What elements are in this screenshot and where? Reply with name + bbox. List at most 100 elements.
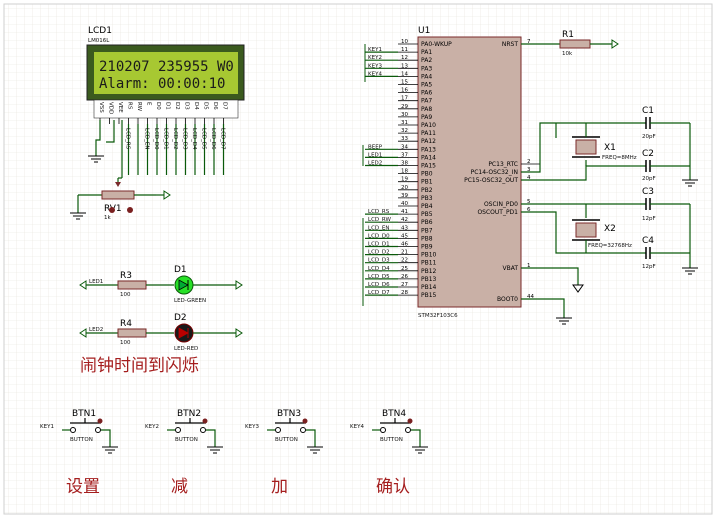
mcu-pin-number: 38 [401,161,408,167]
x1-ref: X1 [604,143,616,153]
c3-ref: C3 [642,187,654,197]
mcu-pin-pb1: PB1 [421,179,433,186]
c4-value: 12pF [642,264,656,270]
net-label-lcd_d0: LCD_D0 [368,233,390,239]
button-contact [300,427,306,433]
mcu-pin-number: 32 [401,128,408,134]
button-ref: BTN1 [72,409,96,419]
rv1-probe-dot [109,207,115,213]
r1-body [559,39,591,49]
x2-ref: X2 [604,224,616,234]
mcu-pin-pa8: PA8 [421,106,432,113]
lcd-ref: LCD1 [88,26,112,36]
lcd-line-2: Alarm: 00:00:10 [99,76,225,92]
mcu-pin-number: 13 [401,63,408,69]
net-label-lcd_d2: LCD_D2 [368,250,390,256]
c3-value: 12pF [642,216,656,222]
net-label-beep: BEEP [368,144,383,150]
r3-body [117,280,147,290]
c4-ref: C4 [642,236,654,246]
mcu-pin-pb13: PB13 [421,276,437,283]
mcu-pin-pb8: PB8 [421,235,433,242]
mcu-pin-pa1: PA1 [421,49,432,56]
mcu-pin-number: 30 [401,112,408,118]
button-caption: 加 [271,477,288,497]
net-label-lcd_d3: LCD_D3 [368,258,390,264]
r4-ref: R4 [120,319,132,329]
mcu-pin-pb14: PB14 [421,284,437,291]
lcd-net-label: LCD_D5 [201,128,207,150]
lcd-pin-d7: D7 [222,102,228,110]
button-contact [70,427,76,433]
schematic-canvas: LCD1 LM016L 210207 235955 W0 Alarm: 00:0… [0,0,716,518]
lcd-net-label: LCD_D2 [172,128,178,150]
net-label-lcd_rw: LCD_RW [368,217,391,223]
button-contact [275,427,281,433]
lcd-net-label: LCD_RS [125,128,131,150]
mcu-pin-pa9: PA9 [421,114,432,121]
mcu-pin-pa14: PA14 [421,154,436,161]
d2-model: LED-RED [174,346,198,352]
mcu-pin-number: 33 [401,136,408,142]
button-net-label: KEY2 [145,424,159,430]
lcd-pin-vdd: VDD [108,102,114,114]
mcu-pin-number: 12 [401,55,408,61]
lcd-net-label: LCD_D3 [182,128,188,150]
net-label-lcd_d5: LCD_D5 [368,274,390,280]
lcd-pin-vss: VSS [98,102,104,113]
r3-value: 100 [120,292,131,298]
lcd-net-label: LCD_D6 [210,128,216,150]
net-label-lcd_rs: LCD_RS [368,209,390,215]
net-label-led1: LED1 [368,152,382,158]
mcu-pin-pa6: PA6 [421,90,432,97]
lcd-net-label: LCD_D4 [191,128,197,150]
lcd-pin-d4: D4 [193,102,199,110]
button-caption: 设置 [66,477,100,497]
mcu-pin-number: 37 [401,152,408,158]
mcu-pin-number: 22 [401,258,408,264]
mcu-pin-pc15-osc32_out: PC15-OSC32_OUT [464,177,518,184]
mcu-pin-pb0: PB0 [421,171,433,178]
mcu-pin-number: 25 [401,266,408,272]
button-ref: BTN3 [277,409,301,419]
button-caption: 确认 [376,477,410,497]
button-model: BUTTON [70,437,93,443]
mcu-pin-pb2: PB2 [421,187,433,194]
lcd-net-label: LCD_D0 [153,128,159,150]
mcu-component[interactable]: U1 STM32F103C6 10 PA0-WKUP11 PA112 PA213 PA3… [398,26,540,319]
net-label-lcd_d4: LCD_D4 [368,266,390,272]
mcu-pin-oscin_pd0: OSCIN_PD0 [484,201,518,208]
lcd-pin-rw: RW [136,102,142,112]
button-probe [97,418,103,424]
mcu-pin-number: 27 [401,282,408,288]
mcu-pin-number: 39 [401,193,408,199]
x1-body [575,139,597,155]
mcu-pin-pb3: PB3 [421,195,433,202]
mcu-model: STM32F103C6 [418,313,458,319]
mcu-pin-pa3: PA3 [421,65,432,72]
mcu-ref: U1 [418,26,430,36]
c2-ref: C2 [642,149,654,159]
r1-value: 10k [562,51,573,57]
button-contact [175,427,181,433]
mcu-pin-pa12: PA12 [421,138,436,145]
mcu-pin-pb9: PB9 [421,244,433,251]
mcu-pin-number: 19 [401,177,408,183]
button-probe [302,418,308,424]
mcu-pin-boot0: BOOT0 [497,296,518,303]
r4-value: 100 [120,340,131,346]
d1-ref: D1 [174,265,187,275]
alarm-caption: 闹钟时间到闪烁 [80,356,199,376]
lcd-pin-d5: D5 [203,102,209,110]
lcd-pin-d3: D3 [184,102,190,110]
lcd-pin-rs: RS [127,102,133,110]
mcu-pin-pa11: PA11 [421,130,436,137]
mcu-pin-number: 34 [401,144,408,150]
mcu-pin-pc13_rtc: PC13_RTC [488,161,518,168]
button-probe [407,418,413,424]
mcu-pin-pb5: PB5 [421,211,433,218]
mcu-pin-pa0-wkup: PA0-WKUP [421,41,452,48]
mcu-pin-number: 31 [401,120,408,126]
mcu-pin-number: 20 [401,185,408,191]
mcu-pin-oscout_pd1: OSCOUT_PD1 [477,209,518,216]
